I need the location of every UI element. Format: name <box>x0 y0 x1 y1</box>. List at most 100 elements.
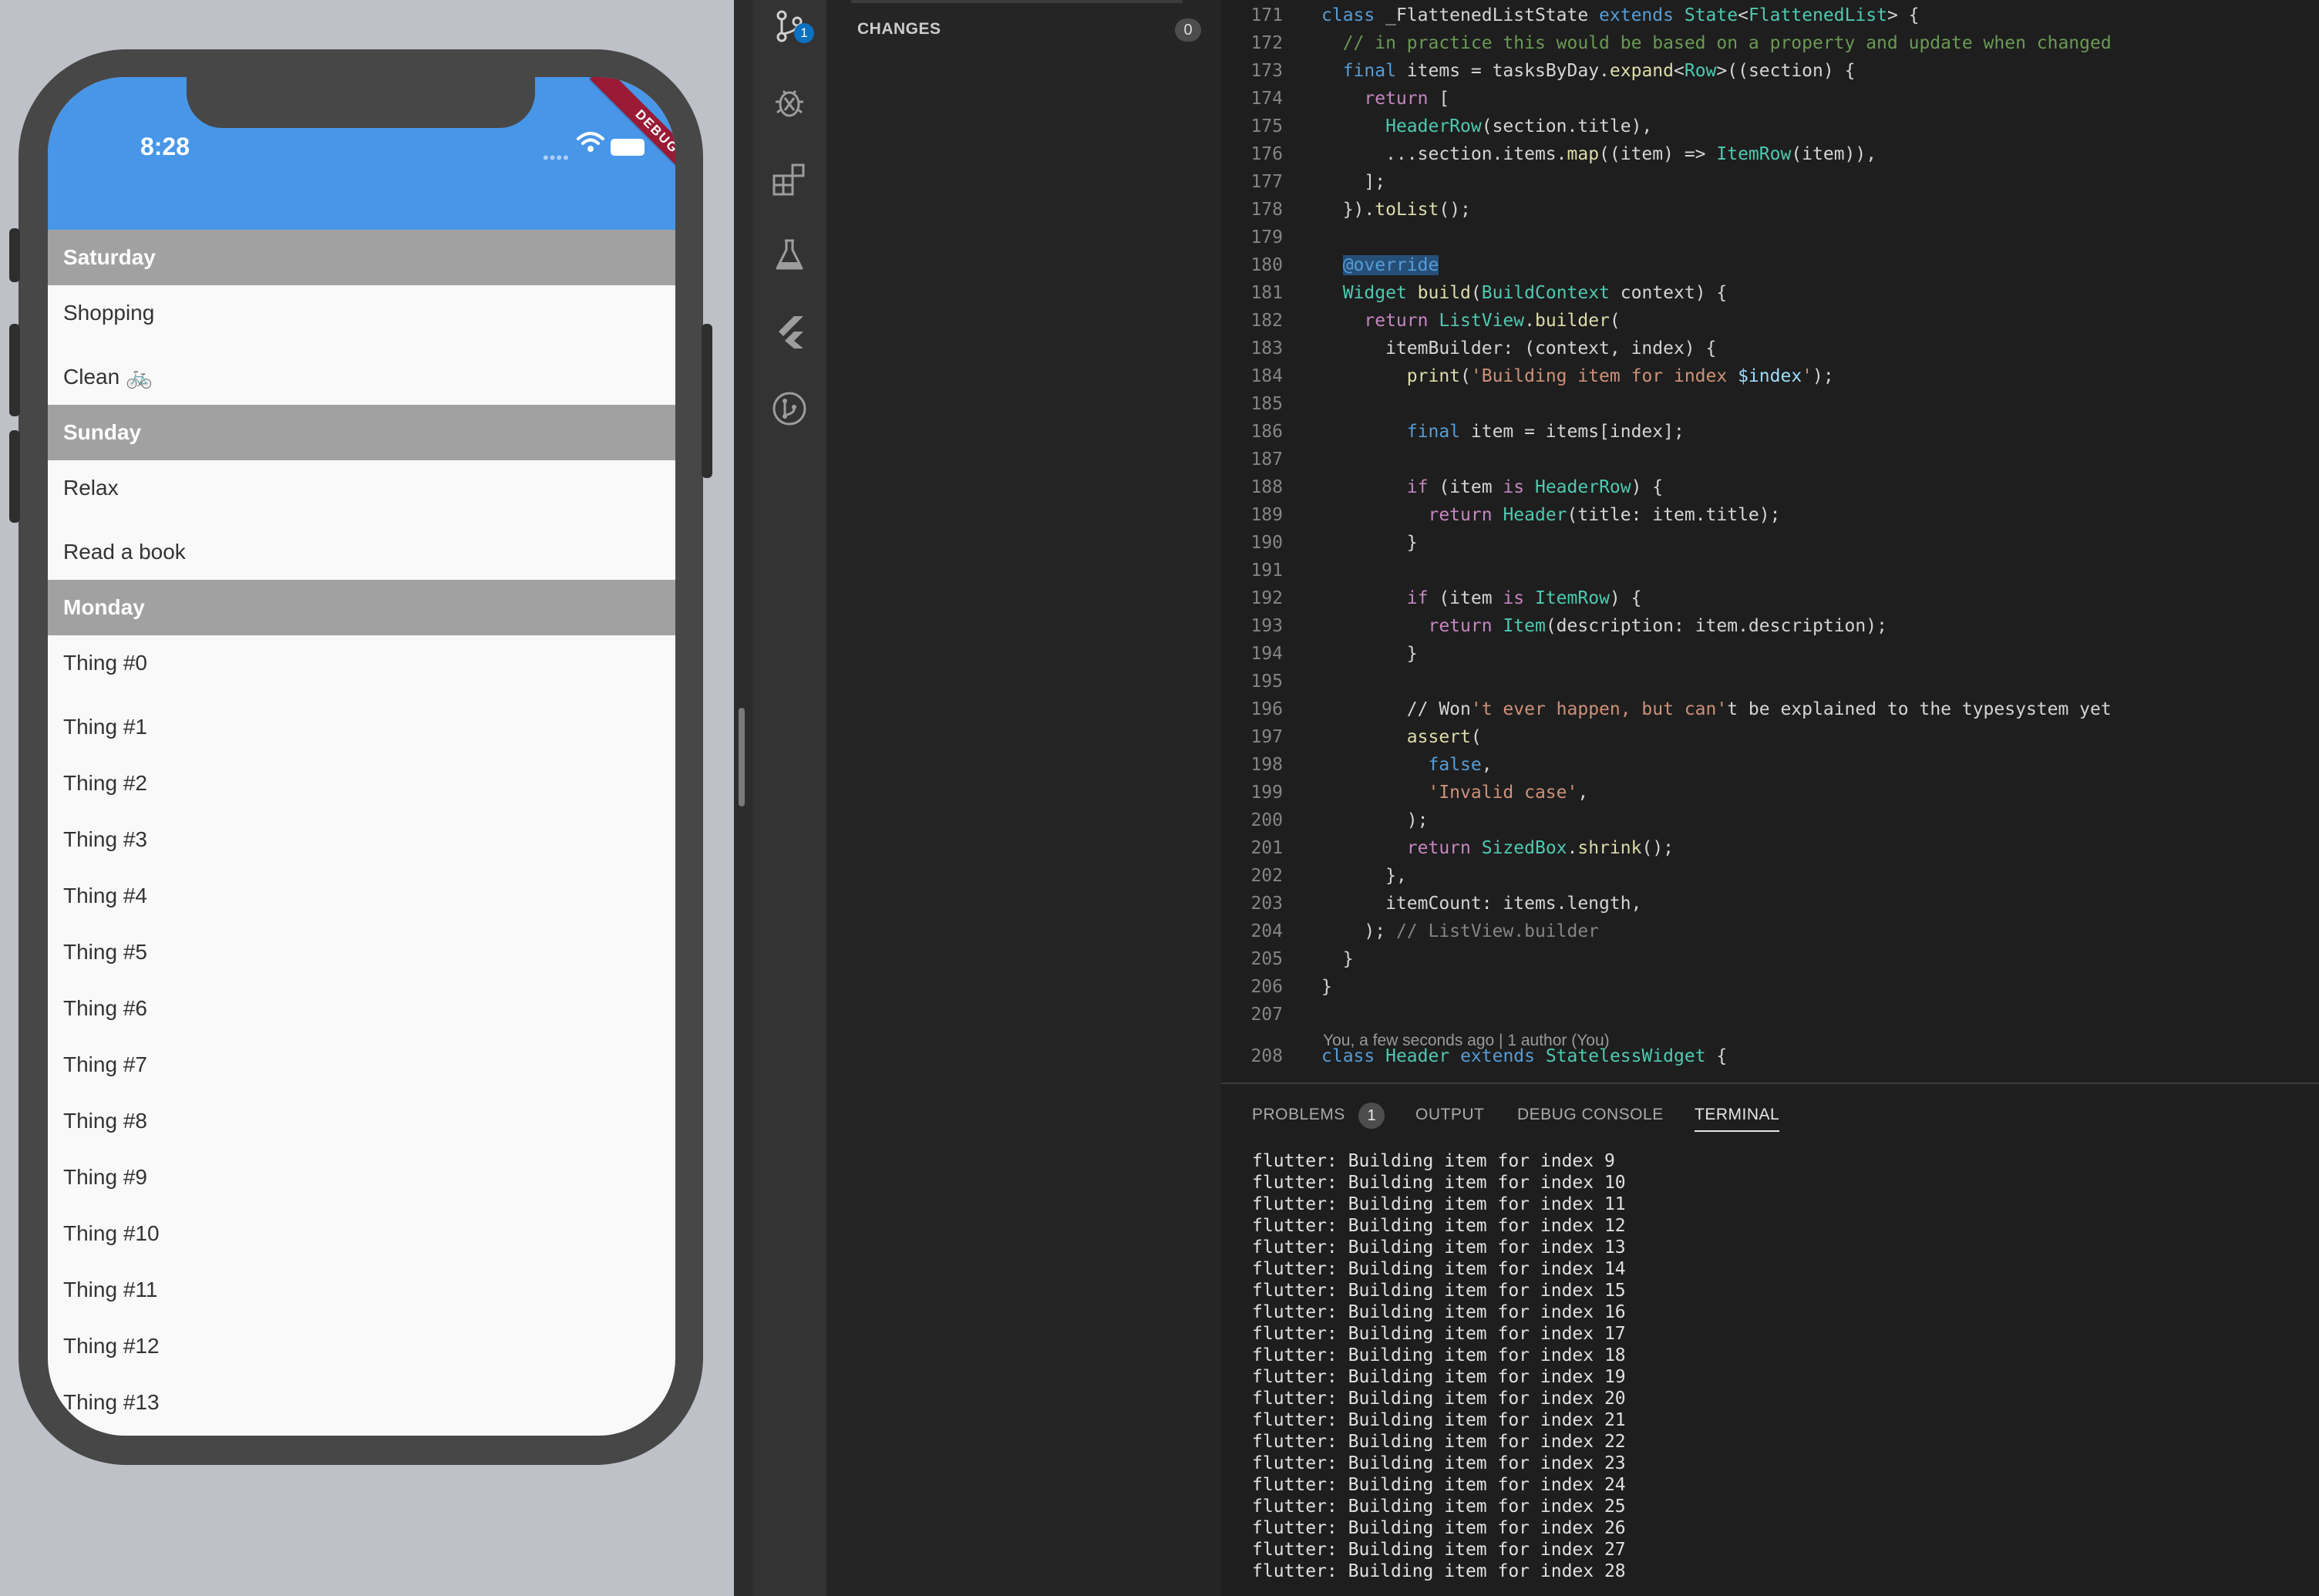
power-button[interactable] <box>702 324 712 478</box>
line-number: 181 <box>1250 283 1283 303</box>
code-text: } <box>1321 977 1332 997</box>
window-splitter[interactable] <box>734 0 752 1596</box>
tab-debug-console[interactable]: DEBUG CONSOLE <box>1517 1106 1664 1124</box>
line-number: 190 <box>1250 533 1283 553</box>
list-item[interactable]: Relax <box>48 460 675 524</box>
code-text: // Won't ever happen, but can't be expla… <box>1321 699 2112 719</box>
status-time: 8:28 <box>140 133 190 160</box>
line-number: 189 <box>1250 505 1283 525</box>
code-line[interactable]: 174 return [ <box>1221 85 2319 113</box>
list-item[interactable]: Thing #7 <box>48 1036 675 1093</box>
line-number: 200 <box>1250 810 1283 830</box>
code-line[interactable]: 190 } <box>1221 529 2319 557</box>
code-line[interactable]: 177 ]; <box>1221 168 2319 196</box>
tab-problems[interactable]: PROBLEMS <box>1252 1106 1345 1124</box>
code-line[interactable]: 189 return Header(title: item.title); <box>1221 501 2319 529</box>
terminal-line: flutter: Building item for index 17 <box>1252 1324 1626 1344</box>
code-line[interactable]: 194 } <box>1221 640 2319 668</box>
line-number: 195 <box>1250 672 1283 692</box>
tab-terminal[interactable]: TERMINAL <box>1695 1106 1780 1132</box>
list-item[interactable]: Thing #5 <box>48 924 675 980</box>
phone-notch <box>187 77 535 128</box>
code-line[interactable]: 178 }).toList(); <box>1221 196 2319 224</box>
terminal-line: flutter: Building item for index 12 <box>1252 1216 1626 1236</box>
list-item[interactable]: Thing #9 <box>48 1149 675 1205</box>
list-item[interactable]: Thing #3 <box>48 811 675 867</box>
code-line[interactable]: 199 'Invalid case', <box>1221 779 2319 806</box>
list-item[interactable]: Thing #13 <box>48 1374 675 1430</box>
line-number: 185 <box>1250 394 1283 414</box>
code-line[interactable]: 198 false, <box>1221 751 2319 779</box>
line-number: 206 <box>1250 977 1283 997</box>
code-line[interactable]: 196 // Won't ever happen, but can't be e… <box>1221 695 2319 723</box>
list-item[interactable]: Thing #10 <box>48 1205 675 1261</box>
code-line[interactable]: 186 final item = items[index]; <box>1221 418 2319 446</box>
code-line[interactable]: 205 } <box>1221 945 2319 973</box>
code-line[interactable]: 202 }, <box>1221 862 2319 890</box>
line-number: 180 <box>1250 255 1283 275</box>
code-line[interactable]: 204 ); // ListView.builder <box>1221 918 2319 945</box>
list-item[interactable]: Thing #0 <box>48 635 675 699</box>
line-number: 202 <box>1250 866 1283 886</box>
code-line[interactable]: 191 <box>1221 557 2319 584</box>
list-item[interactable]: Thing #1 <box>48 699 675 755</box>
code-line[interactable]: 182 return ListView.builder( <box>1221 307 2319 335</box>
list-item[interactable]: Thing #2 <box>48 755 675 811</box>
code-line[interactable]: 183 itemBuilder: (context, index) { <box>1221 335 2319 362</box>
line-number: 173 <box>1250 61 1283 81</box>
code-line[interactable]: 195 <box>1221 668 2319 695</box>
changes-label[interactable]: CHANGES <box>857 20 941 39</box>
list-item[interactable]: Thing #6 <box>48 980 675 1036</box>
code-line[interactable]: 175 HeaderRow(section.title), <box>1221 113 2319 140</box>
line-number: 196 <box>1250 699 1283 719</box>
volume-up-button[interactable] <box>9 324 20 416</box>
list-item[interactable]: Thing #4 <box>48 867 675 924</box>
code-line[interactable]: 181 Widget build(BuildContext context) { <box>1221 279 2319 307</box>
splitter-handle[interactable] <box>739 708 745 806</box>
volume-down-button[interactable] <box>9 430 20 523</box>
list-item[interactable]: Shopping <box>48 285 675 348</box>
code-line[interactable]: 200 ); <box>1221 806 2319 834</box>
list-item[interactable]: Clean 🚲 <box>48 348 675 405</box>
code-line[interactable]: 193 return Item(description: item.descri… <box>1221 612 2319 640</box>
flattened-list[interactable]: Saturday Shopping Clean 🚲 Sunday Relax Read a… <box>48 230 675 1430</box>
extensions-icon[interactable] <box>771 160 808 197</box>
line-number: 175 <box>1250 116 1283 136</box>
list-item[interactable]: Read a book <box>48 524 675 580</box>
code-line[interactable]: 179 <box>1221 224 2319 251</box>
code-line[interactable]: 172 // in practice this would be based o… <box>1221 29 2319 57</box>
code-line[interactable]: 197 assert( <box>1221 723 2319 751</box>
list-item[interactable]: Thing #12 <box>48 1318 675 1374</box>
code-line[interactable]: 192 if (item is ItemRow) { <box>1221 584 2319 612</box>
codelens-blame[interactable]: You, a few seconds ago | 1 author (You) <box>1323 1032 1610 1050</box>
code-line[interactable]: 184 print('Building item for index $inde… <box>1221 362 2319 390</box>
sidebar-divider <box>851 0 1183 3</box>
list-item[interactable]: Thing #11 <box>48 1261 675 1318</box>
line-number: 194 <box>1250 644 1283 664</box>
code-line[interactable]: 180 @override <box>1221 251 2319 279</box>
code-line[interactable]: 188 if (item is HeaderRow) { <box>1221 473 2319 501</box>
code-line[interactable]: 187 <box>1221 446 2319 473</box>
terminal-line: flutter: Building item for index 24 <box>1252 1475 1626 1495</box>
list-item[interactable]: Thing #8 <box>48 1093 675 1149</box>
code-text: final item = items[index]; <box>1406 422 1685 442</box>
code-line[interactable]: 207 <box>1221 1001 2319 1029</box>
testing-flask-icon[interactable] <box>771 236 808 273</box>
code-line[interactable]: 201 return SizedBox.shrink(); <box>1221 834 2319 862</box>
code-line[interactable]: 171 class _FlattenedListState extends Sta… <box>1221 2 2319 29</box>
gitlens-icon[interactable] <box>771 390 808 427</box>
flutter-icon[interactable] <box>771 313 808 350</box>
code-line[interactable]: 206} <box>1221 973 2319 1001</box>
debug-icon[interactable] <box>771 83 808 120</box>
tab-output[interactable]: OUTPUT <box>1415 1106 1484 1124</box>
terminal-output[interactable]: flutter: Building item for index 9 flutte… <box>1252 1150 1626 1582</box>
code-line[interactable]: 173 final items = tasksByDay.expand<Row>… <box>1221 57 2319 85</box>
code-line[interactable]: 185 <box>1221 390 2319 418</box>
code-editor[interactable]: 171 class _FlattenedListState extends Sta… <box>1221 0 2319 1083</box>
line-number: 184 <box>1250 366 1283 386</box>
source-control-sidebar: CHANGES 0 <box>826 0 1221 1596</box>
code-line[interactable]: 176 ...section.items.map((item) => ItemR… <box>1221 140 2319 168</box>
code-line[interactable]: 203 itemCount: items.length, <box>1221 890 2319 918</box>
code-text: ...section.items.map((item) => ItemRow(i… <box>1321 144 1877 164</box>
line-number: 207 <box>1250 1005 1283 1025</box>
